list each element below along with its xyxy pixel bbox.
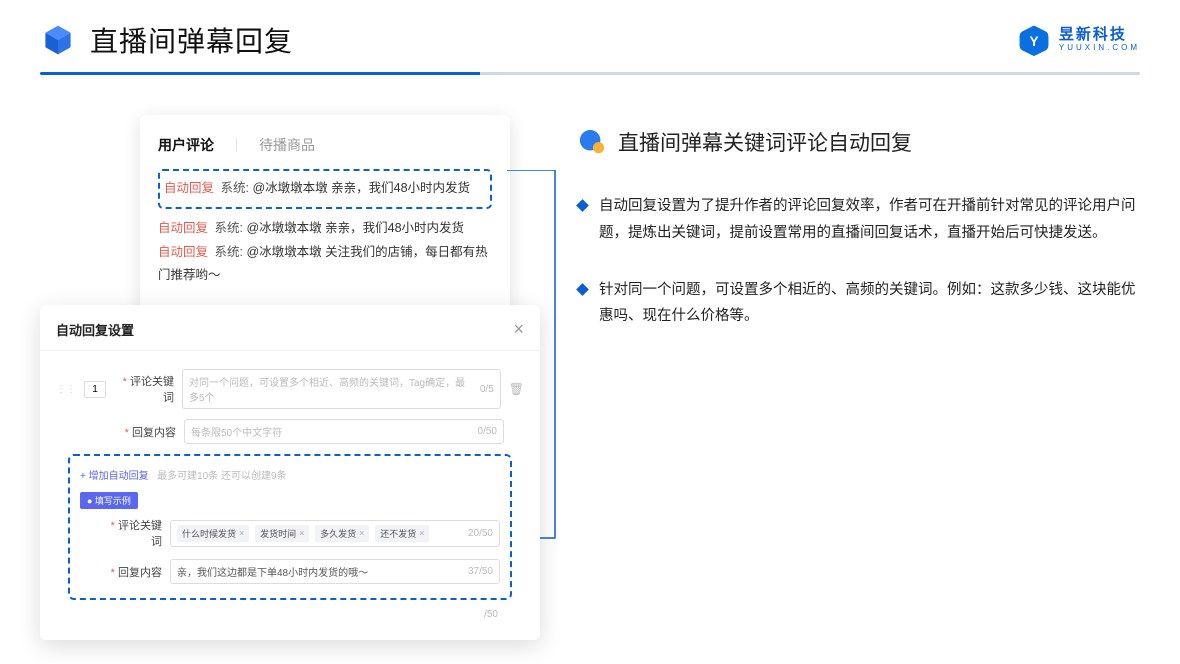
- keyword-tag: 多久发货×: [315, 525, 369, 542]
- example-badge: ● 填写示例: [80, 492, 138, 509]
- keyword-input[interactable]: 对同一个问题，可设置多个相近、高频的关键词，Tag确定，最多5个 0/5: [182, 369, 501, 409]
- keyword-tag: 什么时候发货×: [177, 525, 249, 542]
- system-tag: 系统:: [215, 221, 243, 235]
- brand-name-en: YUUXIN.COM: [1059, 44, 1140, 53]
- example-content-label: 回复内容: [102, 564, 162, 580]
- comment-row: 自动回复 系统: @冰墩墩本墩 关注我们的店铺，每日都有热门推荐哟～: [158, 241, 492, 289]
- page-title: 直播间弹幕回复: [90, 20, 293, 60]
- keyword-label: 评论关键词: [114, 373, 174, 405]
- example-kw-counter: 20/50: [468, 528, 493, 539]
- tab-pending-products[interactable]: 待播商品: [259, 135, 315, 155]
- example-content-row: 回复内容 亲，我们这边都是下单48小时内发货的哦～ 37/50: [80, 559, 500, 584]
- add-reply-link[interactable]: + 增加自动回复: [80, 471, 149, 482]
- drag-handle-icon[interactable]: ⋮⋮: [56, 384, 76, 395]
- form-row-content: 回复内容 每条限50个中文字符 0/50: [56, 419, 524, 444]
- section-heading: 直播间弹幕关键词评论自动回复: [578, 127, 1140, 157]
- auto-reply-tag: 自动回复: [158, 221, 208, 235]
- keyword-placeholder: 对同一个问题，可设置多个相近、高频的关键词，Tag确定，最多5个: [189, 374, 474, 404]
- content-placeholder: 每条限50个中文字符: [191, 424, 282, 439]
- settings-card: 自动回复设置 × ⋮⋮ 1 评论关键词 对同一个问题，可设置多个相近、高频的关键…: [40, 305, 540, 640]
- delete-icon[interactable]: 🗑: [509, 382, 524, 396]
- comment-row: 自动回复 系统: @冰墩墩本墩 亲亲，我们48小时内发货: [164, 177, 486, 201]
- example-section: + 增加自动回复 最多可建10条 还可以创建9条 ● 填写示例 评论关键词 什么…: [68, 454, 512, 600]
- comment-text: @冰墩墩本墩 亲亲，我们48小时内发货: [246, 221, 464, 235]
- content-input[interactable]: 每条限50个中文字符 0/50: [184, 419, 504, 444]
- section-title: 直播间弹幕关键词评论自动回复: [618, 127, 912, 157]
- brand-logo-icon: Y: [1017, 23, 1051, 57]
- diamond-icon: [576, 199, 589, 212]
- svg-text:Y: Y: [1029, 34, 1038, 49]
- form-row-keyword: ⋮⋮ 1 评论关键词 对同一个问题，可设置多个相近、高频的关键词，Tag确定，最…: [56, 369, 524, 409]
- tag-remove-icon[interactable]: ×: [419, 528, 424, 538]
- example-content-input[interactable]: 亲，我们这边都是下单48小时内发货的哦～ 37/50: [170, 559, 500, 584]
- header-divider: [40, 72, 1140, 75]
- tab-separator: [236, 138, 237, 152]
- add-reply-hint: 最多可建10条 还可以创建9条: [157, 471, 286, 482]
- content-counter: 0/50: [478, 426, 497, 437]
- chat-bubble-icon: [578, 129, 606, 155]
- keyword-counter: 0/5: [480, 384, 494, 395]
- content-label: 回复内容: [116, 424, 176, 440]
- auto-reply-tag: 自动回复: [164, 181, 214, 195]
- brand-name-cn: 昱新科技: [1059, 27, 1140, 44]
- bullet-item: 针对同一个问题，可设置多个相近的、高频的关键词。例如：这款多少钱、这块能优惠吗、…: [578, 277, 1140, 331]
- close-icon[interactable]: ×: [513, 319, 524, 340]
- example-keyword-row: 评论关键词 什么时候发货× 发货时间× 多久发货× 还不发货× 20/50: [80, 517, 500, 549]
- diamond-icon: [576, 283, 589, 296]
- cube-icon: [40, 22, 76, 58]
- auto-reply-tag: 自动回复: [158, 245, 208, 259]
- comment-text: @冰墩墩本墩 亲亲，我们48小时内发货: [252, 181, 470, 195]
- system-tag: 系统:: [215, 245, 243, 259]
- bullet-item: 自动回复设置为了提升作者的评论回复效率，作者可在开播前针对常见的评论用户问题，提…: [578, 193, 1140, 247]
- bullet-text: 针对同一个问题，可设置多个相近的、高频的关键词。例如：这款多少钱、这块能优惠吗、…: [599, 277, 1140, 331]
- footer-counter: /50: [484, 609, 498, 620]
- keyword-tag: 还不发货×: [375, 525, 429, 542]
- tag-remove-icon[interactable]: ×: [239, 528, 244, 538]
- keyword-tag: 发货时间×: [255, 525, 309, 542]
- brand-logo-group: Y 昱新科技 YUUXIN.COM: [1017, 23, 1140, 57]
- settings-title: 自动回复设置: [56, 320, 134, 339]
- example-content-counter: 37/50: [468, 566, 493, 577]
- example-content-text: 亲，我们这边都是下单48小时内发货的哦～: [177, 564, 368, 579]
- highlighted-comment: 自动回复 系统: @冰墩墩本墩 亲亲，我们48小时内发货: [158, 169, 492, 209]
- tag-remove-icon[interactable]: ×: [359, 528, 364, 538]
- tag-remove-icon[interactable]: ×: [299, 528, 304, 538]
- title-wrap: 直播间弹幕回复: [40, 20, 293, 60]
- example-keyword-input[interactable]: 什么时候发货× 发货时间× 多久发货× 还不发货× 20/50: [170, 520, 500, 547]
- tab-user-comments[interactable]: 用户评论: [158, 135, 214, 155]
- bullet-text: 自动回复设置为了提升作者的评论回复效率，作者可在开播前针对常见的评论用户问题，提…: [599, 193, 1140, 247]
- order-number: 1: [84, 381, 106, 398]
- comment-row: 自动回复 系统: @冰墩墩本墩 亲亲，我们48小时内发货: [158, 217, 492, 241]
- example-keyword-label: 评论关键词: [102, 517, 162, 549]
- system-tag: 系统:: [221, 181, 249, 195]
